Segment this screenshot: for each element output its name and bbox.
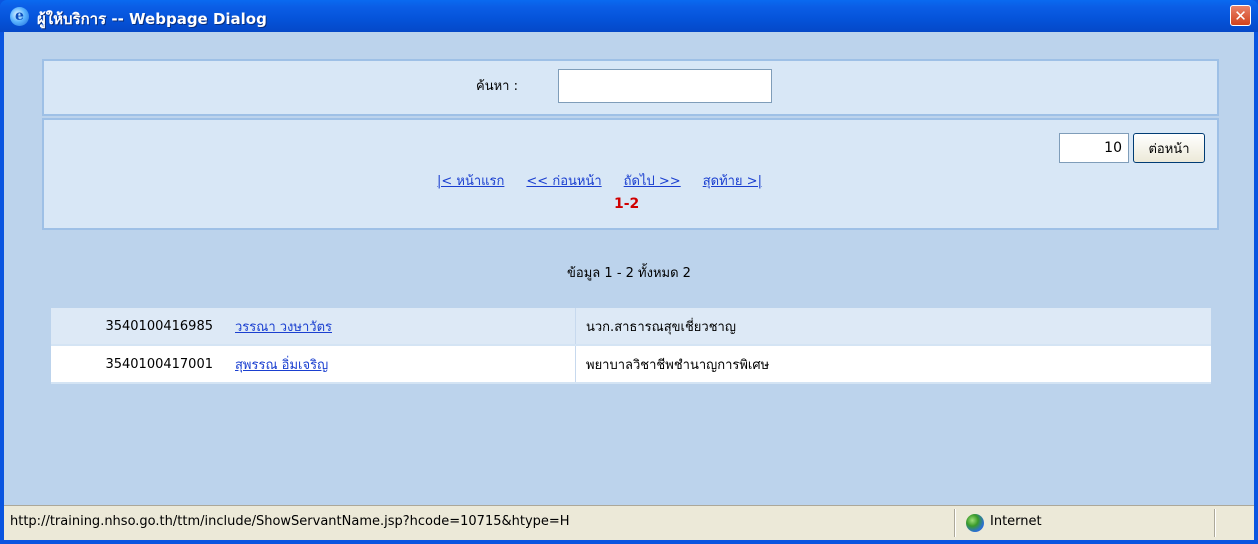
person-id: 3540100417001 [51,345,225,384]
search-input[interactable] [558,69,772,103]
prev-page-link[interactable]: << ก่อนหน้า [526,174,601,189]
last-page-link[interactable]: สุดท้าย >| [703,174,762,189]
ie-icon: e [10,7,29,26]
title-bar[interactable]: e ผู้ให้บริการ -- Webpage Dialog ✕ [0,0,1258,32]
table-row: 3540100416985 วรรณา วงษาวัตร นวก.สาธารณส… [51,308,1211,346]
person-id: 3540100416985 [51,308,225,346]
pager-links: |< หน้าแรก << ก่อนหน้า ถัดไป >> สุดท้าย >| [437,170,784,191]
result-summary: ข้อมูล 1 - 2 ทั้งหมด 2 [567,266,691,281]
name-link[interactable]: สุพรรณ อิ่มเจริญ [235,358,328,373]
page-range: 1-2 [614,196,640,212]
status-bar: http://training.nhso.go.th/ttm/include/S… [4,505,1254,540]
position-cell: นวก.สาธารณสุขเชี่ยวชาญ [575,308,1211,346]
status-url: http://training.nhso.go.th/ttm/include/S… [10,514,570,529]
results-table: 3540100416985 วรรณา วงษาวัตร นวก.สาธารณส… [51,308,1211,384]
name-cell: วรรณา วงษาวัตร [225,308,576,346]
status-divider [954,509,956,537]
search-label: ค้นหา : [476,79,518,94]
next-page-link[interactable]: ถัดไป >> [624,174,681,189]
first-page-link[interactable]: |< หน้าแรก [437,174,504,189]
pager-panel: ต่อหน้า |< หน้าแรก << ก่อนหน้า ถัดไป >> สุด… [42,118,1219,230]
per-page-input[interactable] [1059,133,1129,163]
globe-icon [966,514,984,532]
window-title: ผู้ให้บริการ -- Webpage Dialog [37,10,267,28]
name-cell: สุพรรณ อิ่มเจริญ [225,345,576,384]
dialog-content: ค้นหา : ต่อหน้า |< หน้าแรก << ก่อนหน้า ถัด… [4,32,1254,505]
position-cell: พยาบาลวิชาชีพชำนาญการพิเศษ [575,345,1211,384]
search-panel: ค้นหา : [42,59,1219,116]
table-row: 3540100417001 สุพรรณ อิ่มเจริญ พยาบาลวิช… [51,345,1211,384]
per-page-button[interactable]: ต่อหน้า [1133,133,1205,163]
status-divider [1214,509,1216,537]
zone-label: Internet [990,514,1042,529]
close-button[interactable]: ✕ [1230,5,1251,26]
dialog-window: e ผู้ให้บริการ -- Webpage Dialog ✕ ค้นหา… [0,0,1258,544]
name-link[interactable]: วรรณา วงษาวัตร [235,320,332,335]
